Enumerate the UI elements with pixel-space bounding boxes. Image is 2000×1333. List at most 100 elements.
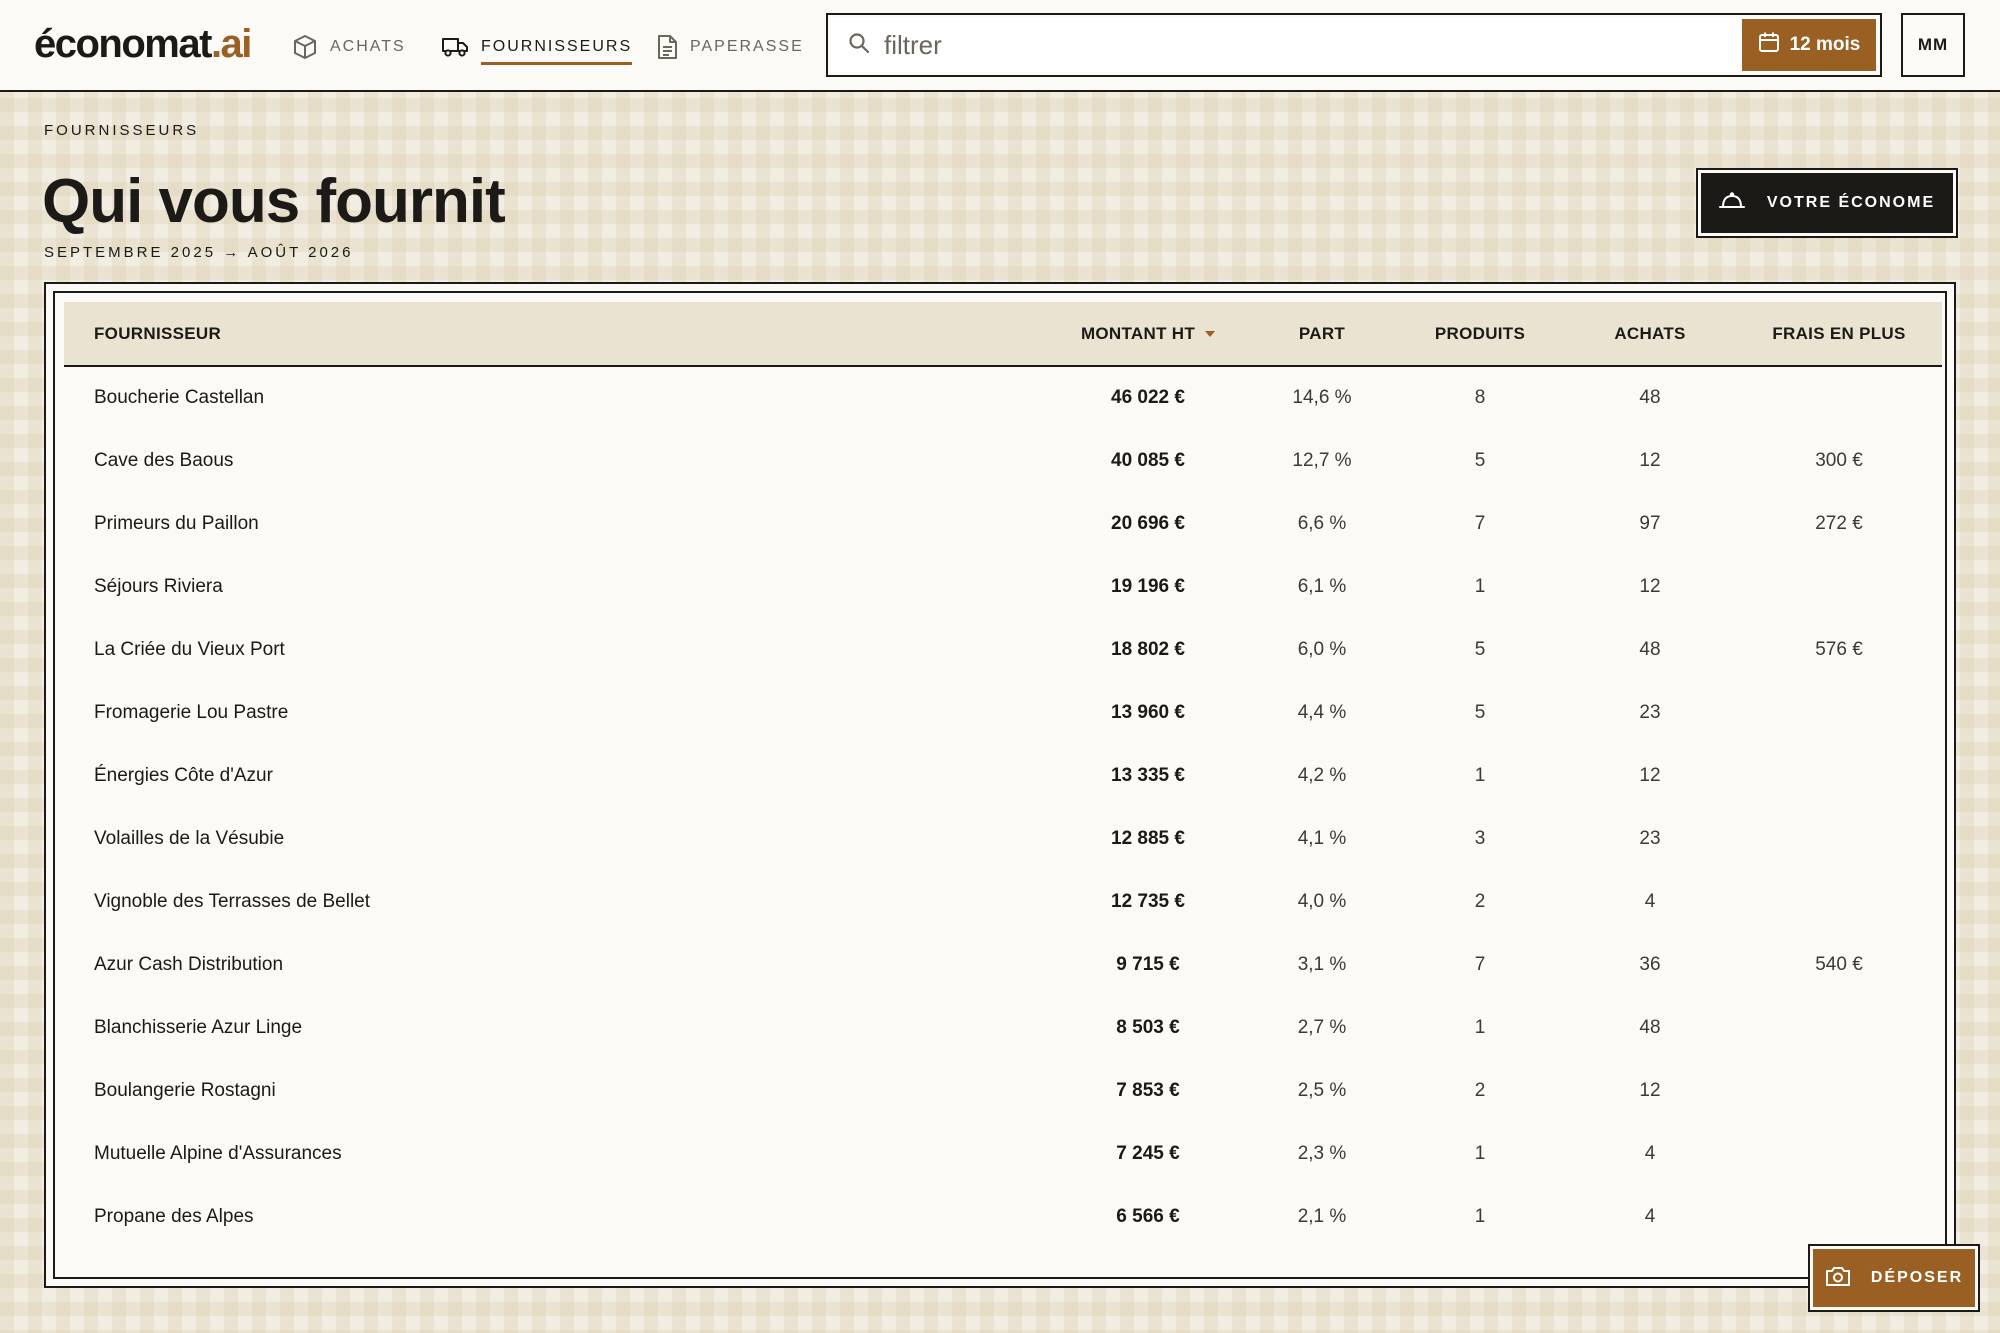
amount-cell: 20 696 € — [1111, 512, 1185, 534]
products-cell: 1 — [1474, 764, 1486, 786]
amount-cell: 7 853 € — [1116, 1079, 1180, 1101]
table-row[interactable]: Azur Cash Distribution 9 715 € 3,1 % 7 36 540… — [64, 933, 1942, 996]
amount-cell: 19 196 € — [1111, 575, 1185, 597]
cloche-icon — [1718, 191, 1745, 215]
products-cell: 5 — [1474, 449, 1486, 471]
supplier-name-cell: Fromagerie Lou Pastre — [94, 701, 289, 723]
supplier-name-cell: Volailles de la Vésubie — [94, 827, 285, 849]
table-row[interactable]: Propane des Alpes 6 566 € 2,1 % 1 4 — [64, 1185, 1942, 1248]
votre-econome-label: VOTRE ÉCONOME — [1766, 194, 1936, 211]
purchases-cell: 12 — [1639, 1079, 1661, 1101]
column-header-products[interactable]: PRODUITS — [1396, 302, 1564, 366]
table-row[interactable]: Volailles de la Vésubie 12 885 € 4,1 % 3 23 — [64, 807, 1942, 870]
supplier-name-cell: Azur Cash Distribution — [94, 953, 284, 975]
share-cell: 4,0 % — [1297, 890, 1347, 912]
nav-item-fournisseurs[interactable]: FOURNISSEURS — [441, 30, 633, 65]
extra-fees-cell — [1736, 366, 1942, 429]
sort-desc-icon — [1205, 331, 1216, 338]
share-cell: 6,1 % — [1297, 575, 1347, 597]
share-cell: 2,3 % — [1297, 1142, 1347, 1164]
products-cell: 1 — [1474, 1016, 1486, 1038]
purchases-cell: 23 — [1639, 701, 1661, 723]
table-body: Boucherie Castellan 46 022 € 14,6 % 8 48 Cave… — [64, 366, 1942, 1248]
suppliers-panel: FOURNISSEUR MONTANT HT PART PRODUITS ACH… — [44, 282, 1956, 1288]
amount-cell: 40 085 € — [1111, 449, 1185, 471]
table-row[interactable]: Cave des Baous 40 085 € 12,7 % 5 12 300 € — [64, 429, 1942, 492]
deposer-button[interactable]: DÉPOSER — [1808, 1244, 1980, 1312]
amount-cell: 7 245 € — [1116, 1142, 1180, 1164]
suppliers-panel-inner: FOURNISSEUR MONTANT HT PART PRODUITS ACH… — [53, 291, 1947, 1279]
supplier-name-cell: Boulangerie Rostagni — [94, 1079, 276, 1101]
table-row[interactable]: Mutuelle Alpine d'Assurances 7 245 € 2,3 %… — [64, 1122, 1942, 1185]
supplier-name-cell: Primeurs du Paillon — [94, 512, 259, 534]
supplier-name-cell: Cave des Baous — [94, 449, 234, 471]
share-cell: 12,7 % — [1292, 449, 1352, 471]
table-row[interactable]: Énergies Côte d'Azur 13 335 € 4,2 % 1 12 — [64, 744, 1942, 807]
amount-cell: 18 802 € — [1111, 638, 1185, 660]
amount-cell: 12 735 € — [1111, 890, 1185, 912]
extra-fees-cell — [1736, 807, 1942, 870]
products-cell: 8 — [1474, 387, 1486, 408]
column-header-supplier[interactable]: FOURNISSEUR — [64, 302, 1048, 366]
extra-fees-cell — [1736, 744, 1942, 807]
breadcrumb: FOURNISSEURS — [44, 122, 200, 139]
purchases-cell: 97 — [1639, 512, 1661, 534]
table-row[interactable]: Boucherie Castellan 46 022 € 14,6 % 8 48 — [64, 366, 1942, 429]
extra-fees-cell: 272 € — [1815, 512, 1863, 534]
purchases-cell: 12 — [1639, 575, 1661, 597]
products-cell: 7 — [1474, 953, 1486, 975]
extra-fees-cell — [1736, 870, 1942, 933]
products-cell: 1 — [1474, 575, 1486, 597]
purchases-cell: 4 — [1644, 890, 1656, 912]
extra-fees-cell — [1736, 1059, 1942, 1122]
products-cell: 7 — [1474, 512, 1486, 534]
purchases-cell: 12 — [1639, 449, 1661, 471]
column-header-amount[interactable]: MONTANT HT — [1048, 302, 1248, 366]
table-row[interactable]: Blanchisserie Azur Linge 8 503 € 2,7 % 1 48 — [64, 996, 1942, 1059]
share-cell: 4,1 % — [1297, 827, 1347, 849]
nav-label-achats: ACHATS — [330, 38, 406, 55]
extra-fees-cell — [1736, 681, 1942, 744]
table-row[interactable]: Fromagerie Lou Pastre 13 960 € 4,4 % 5 23 — [64, 681, 1942, 744]
supplier-name-cell: Énergies Côte d'Azur — [94, 764, 273, 786]
search-icon — [848, 32, 870, 59]
extra-fees-cell — [1736, 555, 1942, 618]
column-header-share[interactable]: PART — [1248, 302, 1396, 366]
share-cell: 2,5 % — [1297, 1079, 1347, 1101]
user-avatar[interactable]: MM — [1901, 13, 1965, 77]
column-header-extra-fees[interactable]: FRAIS EN PLUS — [1736, 302, 1942, 366]
votre-econome-button[interactable]: VOTRE ÉCONOME — [1696, 168, 1958, 238]
page-title: Qui vous fournit — [42, 167, 506, 236]
table-row[interactable]: Vignoble des Terrasses de Bellet 12 735 €… — [64, 870, 1942, 933]
amount-cell: 8 503 € — [1116, 1016, 1180, 1038]
share-cell: 6,0 % — [1297, 638, 1347, 660]
user-initials: MM — [1917, 35, 1949, 54]
camera-icon — [1825, 1265, 1851, 1292]
purchases-cell: 36 — [1639, 953, 1661, 975]
search-input[interactable] — [884, 15, 1880, 75]
table-row[interactable]: Séjours Riviera 19 196 € 6,1 % 1 12 — [64, 555, 1942, 618]
products-cell: 5 — [1474, 701, 1486, 723]
purchases-cell: 4 — [1644, 1205, 1656, 1227]
table-row[interactable]: Primeurs du Paillon 20 696 € 6,6 % 7 97 272 € — [64, 492, 1942, 555]
logo-main: économat — [34, 22, 212, 66]
purchases-cell: 23 — [1639, 827, 1661, 849]
table-row[interactable]: La Criée du Vieux Port 18 802 € 6,0 % 5 48 57… — [64, 618, 1942, 681]
share-cell: 2,1 % — [1297, 1205, 1347, 1227]
purchases-cell: 48 — [1639, 387, 1661, 408]
app-logo[interactable]: économat.ai — [34, 22, 252, 67]
share-cell: 4,2 % — [1297, 764, 1347, 786]
supplier-name-cell: Boucherie Castellan — [94, 387, 265, 408]
document-icon — [656, 34, 678, 60]
purchases-cell: 48 — [1639, 1016, 1661, 1038]
amount-cell: 6 566 € — [1116, 1205, 1180, 1227]
purchases-cell: 48 — [1639, 638, 1661, 660]
logo-accent: .ai — [210, 22, 252, 66]
nav-item-achats[interactable]: ACHATS — [292, 30, 406, 64]
products-cell: 2 — [1474, 890, 1486, 912]
table-row[interactable]: Boulangerie Rostagni 7 853 € 2,5 % 2 12 — [64, 1059, 1942, 1122]
column-header-purchases[interactable]: ACHATS — [1564, 302, 1736, 366]
nav-item-paperasse[interactable]: PAPERASSE — [656, 30, 804, 64]
period-selector-button[interactable]: 12 mois — [1742, 19, 1876, 71]
share-cell: 4,4 % — [1297, 701, 1347, 723]
